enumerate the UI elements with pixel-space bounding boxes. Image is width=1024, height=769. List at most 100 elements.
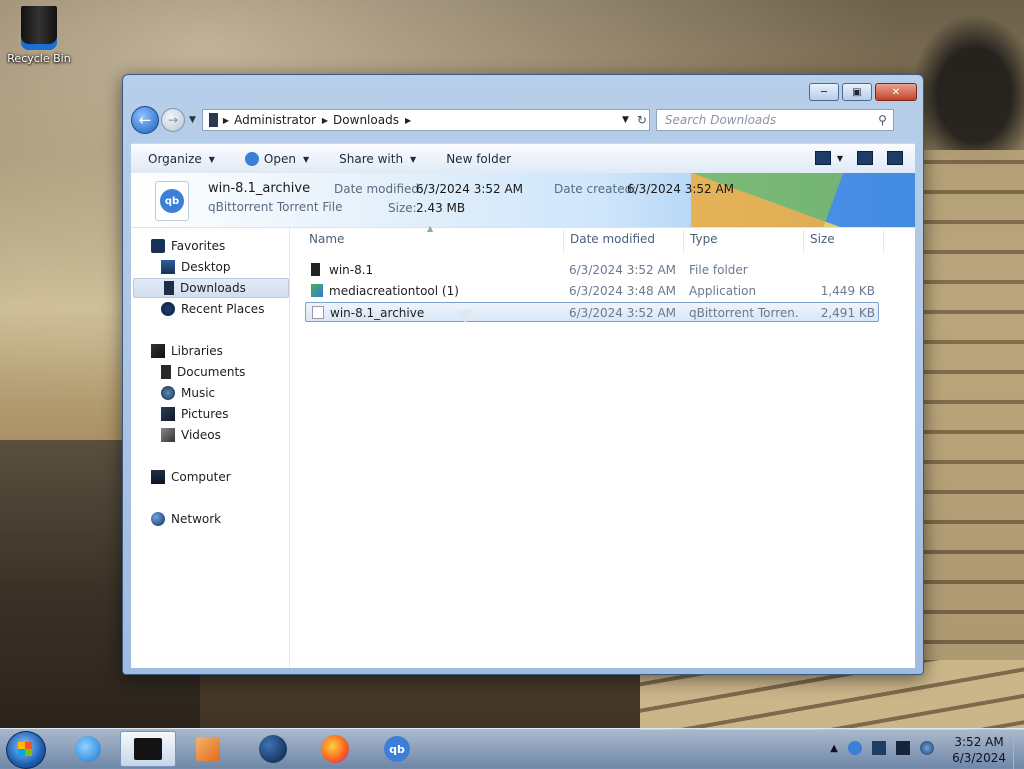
minimize-button[interactable]: ─ bbox=[809, 83, 839, 101]
nav-computer[interactable]: Computer bbox=[151, 467, 307, 487]
nav-pictures[interactable]: Pictures bbox=[161, 404, 287, 424]
network-icon bbox=[151, 512, 165, 526]
libraries-icon bbox=[151, 344, 165, 358]
network-tray-icon[interactable] bbox=[896, 741, 910, 755]
file-row-win81-archive[interactable]: win-8.1_archive 6/3/2024 3:52 AM qBittor… bbox=[305, 302, 879, 322]
details-modified-label: Date modified: bbox=[334, 182, 424, 196]
file-list: ▲ Name Date modified Type Size win-8.1 6… bbox=[301, 224, 915, 668]
column-divider[interactable] bbox=[683, 230, 684, 252]
volume-icon[interactable] bbox=[920, 741, 934, 755]
documents-icon bbox=[161, 365, 171, 379]
change-view-icon[interactable] bbox=[814, 151, 831, 165]
column-divider[interactable] bbox=[563, 230, 564, 252]
preview-pane-icon[interactable] bbox=[857, 151, 873, 165]
show-desktop-button[interactable] bbox=[1013, 729, 1024, 769]
organize-menu[interactable]: Organize ▼ bbox=[148, 152, 215, 166]
recycle-bin-label: Recycle Bin bbox=[7, 52, 71, 65]
nav-videos[interactable]: Videos bbox=[161, 425, 287, 445]
search-icon[interactable]: ⚲ bbox=[878, 113, 887, 127]
nav-favorites[interactable]: Favorites bbox=[151, 236, 307, 256]
column-divider[interactable] bbox=[803, 230, 804, 252]
nav-recent-places[interactable]: Recent Places bbox=[161, 299, 287, 319]
nav-documents-label: Documents bbox=[177, 365, 246, 379]
file-row-win81-folder[interactable]: win-8.1 6/3/2024 3:52 AM File folder bbox=[305, 260, 879, 280]
recent-pages-dropdown[interactable]: ▼ bbox=[189, 115, 196, 125]
show-hidden-icons-icon[interactable]: ▲ bbox=[830, 743, 838, 754]
details-size-label: Size: bbox=[388, 201, 417, 215]
view-options-chevron-icon[interactable]: ▼ bbox=[837, 154, 843, 163]
maximize-button[interactable]: ▣ bbox=[842, 83, 872, 101]
address-dropdown-icon[interactable]: ▼ bbox=[622, 115, 629, 125]
help-icon[interactable] bbox=[887, 151, 903, 165]
details-file-name: win-8.1_archive bbox=[208, 181, 311, 196]
nav-downloads[interactable]: Downloads bbox=[133, 278, 289, 298]
back-button[interactable]: ← bbox=[131, 106, 159, 134]
forward-arrow-icon: → bbox=[167, 113, 179, 127]
forward-button[interactable]: → bbox=[161, 108, 185, 132]
taskbar-media-player[interactable] bbox=[180, 731, 236, 767]
back-arrow-icon: ← bbox=[138, 111, 152, 129]
qbittorrent-small-icon bbox=[244, 152, 259, 166]
action-center-flag-icon[interactable] bbox=[872, 741, 886, 755]
taskbar-qbittorrent[interactable]: qb bbox=[369, 731, 425, 767]
nav-videos-label: Videos bbox=[181, 428, 221, 442]
view-controls: ▼ bbox=[814, 151, 903, 165]
file-row-mediacreationtool[interactable]: mediacreationtool (1) 6/3/2024 3:48 AM A… bbox=[305, 281, 879, 301]
address-bar[interactable]: ▶ Administrator ▶ Downloads ▶ ▼ ↻ bbox=[201, 109, 650, 131]
chevron-down-icon: ▼ bbox=[410, 154, 417, 164]
qbittorrent-icon: qb bbox=[384, 736, 410, 762]
computer-icon bbox=[151, 470, 165, 484]
taskbar-globe-app[interactable] bbox=[245, 731, 301, 767]
refresh-icon[interactable]: ↻ bbox=[637, 113, 647, 127]
breadcrumb-administrator[interactable]: Administrator bbox=[234, 113, 316, 127]
taskbar-explorer[interactable] bbox=[120, 731, 176, 767]
nav-desktop[interactable]: Desktop bbox=[161, 257, 287, 277]
nav-libraries[interactable]: Libraries bbox=[151, 341, 307, 361]
details-modified-value: 6/3/2024 3:52 AM bbox=[416, 182, 524, 196]
nav-documents[interactable]: Documents bbox=[161, 362, 287, 382]
restore-icon: ▣ bbox=[852, 86, 862, 98]
column-header-type[interactable]: Type bbox=[690, 232, 718, 246]
column-divider[interactable] bbox=[883, 230, 884, 252]
videos-icon bbox=[161, 428, 175, 442]
column-header-date-modified[interactable]: Date modified bbox=[570, 232, 655, 246]
open-button[interactable]: Open ▼ bbox=[244, 152, 309, 166]
breadcrumb-chevron-icon[interactable]: ▶ bbox=[405, 116, 411, 125]
start-button[interactable] bbox=[6, 731, 46, 769]
file-name: mediacreationtool (1) bbox=[329, 284, 459, 298]
chevron-down-icon: ▼ bbox=[208, 154, 215, 164]
nav-recent-places-label: Recent Places bbox=[181, 302, 265, 316]
organize-label: Organize bbox=[148, 152, 202, 166]
column-header-name[interactable]: Name bbox=[309, 232, 344, 246]
recycle-bin-shortcut[interactable]: Recycle Bin bbox=[6, 4, 72, 65]
share-with-menu[interactable]: Share with ▼ bbox=[339, 152, 416, 166]
downloads-icon bbox=[164, 281, 174, 295]
breadcrumb-chevron-icon[interactable]: ▶ bbox=[223, 116, 229, 125]
column-header-size[interactable]: Size bbox=[810, 232, 835, 246]
file-type: File folder bbox=[689, 263, 748, 277]
close-icon: ✕ bbox=[891, 86, 901, 98]
desktop-icon bbox=[161, 260, 175, 274]
breadcrumb-chevron-icon[interactable]: ▶ bbox=[322, 116, 328, 125]
recycle-bin-icon bbox=[21, 6, 57, 50]
navigation-pane: Favorites Desktop Downloads Recent Place… bbox=[131, 228, 290, 668]
explorer-window: ─ ▣ ✕ ← → ▼ ▶ Administrator ▶ Downloads … bbox=[122, 74, 924, 675]
new-folder-button[interactable]: New folder bbox=[446, 152, 511, 166]
clock-time: 3:52 AM bbox=[954, 735, 1004, 749]
search-box[interactable]: Search Downloads ⚲ bbox=[655, 109, 894, 131]
nav-music[interactable]: Music bbox=[161, 383, 287, 403]
taskbar: qb ▲ 3:52 AM 6/3/2024 bbox=[0, 728, 1024, 769]
system-tray: ▲ bbox=[830, 741, 934, 755]
taskbar-firefox[interactable] bbox=[307, 731, 363, 767]
file-date: 6/3/2024 3:52 AM bbox=[569, 306, 677, 320]
sort-ascending-icon: ▲ bbox=[427, 224, 434, 233]
taskbar-internet-explorer[interactable] bbox=[60, 731, 116, 767]
details-created-value: 6/3/2024 3:52 AM bbox=[627, 182, 735, 196]
breadcrumb-downloads[interactable]: Downloads bbox=[333, 113, 399, 127]
file-type: qBittorrent Torren... bbox=[689, 306, 799, 320]
nav-network[interactable]: Network bbox=[151, 509, 307, 529]
qbittorrent-tray-icon[interactable] bbox=[848, 741, 862, 755]
system-clock[interactable]: 3:52 AM 6/3/2024 bbox=[952, 734, 1006, 766]
close-button[interactable]: ✕ bbox=[875, 83, 917, 101]
folder-icon bbox=[311, 263, 320, 276]
